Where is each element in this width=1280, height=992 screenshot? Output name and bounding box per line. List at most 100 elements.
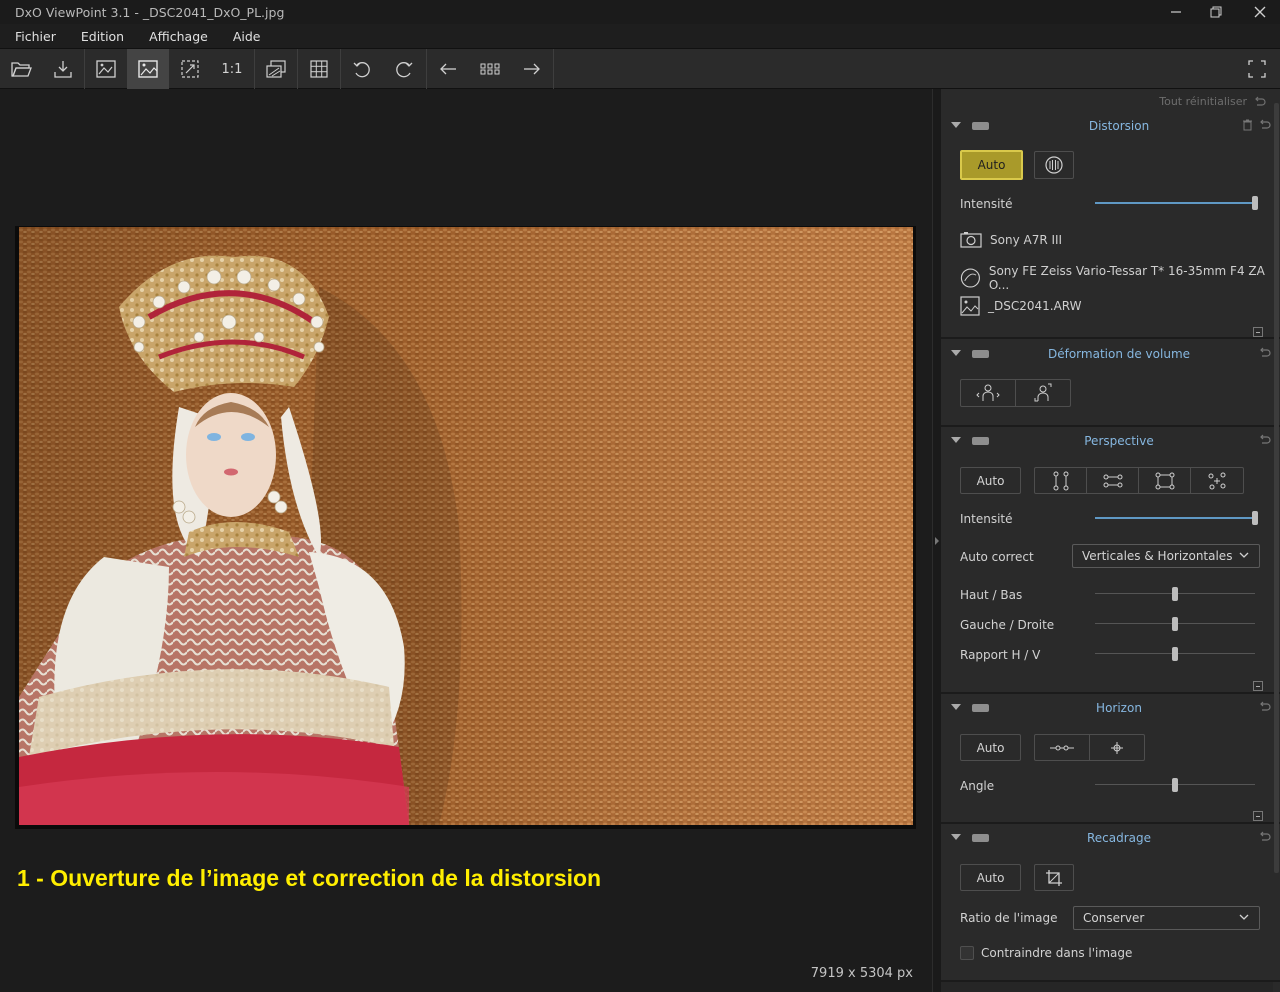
palette-recadrage: Recadrage Auto Ratio de l'image Conserve… [941, 825, 1273, 981]
distorsion-intensity-label: Intensité [960, 197, 1013, 211]
recadrage-auto-button[interactable]: Auto [960, 864, 1021, 891]
rectangle-points-icon [1155, 472, 1174, 489]
camera-icon [960, 232, 982, 248]
haut-bas-slider[interactable] [1095, 587, 1255, 601]
undo-icon[interactable] [1258, 434, 1271, 445]
constrain-checkbox[interactable] [960, 946, 974, 960]
minimize-icon [1171, 11, 1181, 13]
camera-model: Sony A7R III [990, 232, 1063, 247]
perspective-points-button[interactable] [1191, 468, 1243, 493]
open-button[interactable] [0, 49, 42, 89]
photo-doll[interactable] [19, 227, 913, 825]
perspective-rectangle-button[interactable] [1139, 468, 1191, 493]
arrow-left-icon [440, 63, 456, 75]
angle-slider[interactable] [1095, 778, 1255, 792]
rotate-right-icon [396, 62, 413, 78]
ratio-value: Conserver [1083, 911, 1145, 925]
collapse-details-button[interactable] [1253, 327, 1263, 337]
palette-header-perspective[interactable]: Perspective [941, 428, 1273, 455]
app-window: DxO ViewPoint 3.1 - _DSC2041_DxO_PL.jpg … [0, 0, 1280, 992]
collapse-details-button[interactable] [1253, 811, 1263, 821]
palette-distorsion: Distorsion Auto Intensité Sony A7R III S… [941, 113, 1273, 337]
collapse-details-button[interactable] [1253, 681, 1263, 691]
crop-icon [1046, 869, 1062, 886]
horizon-level-button[interactable] [1090, 735, 1145, 760]
rotate-left-button[interactable] [341, 49, 383, 89]
palette-perspective: Perspective Auto Intensité Auto correct … [941, 428, 1273, 691]
panel-splitter[interactable] [932, 89, 941, 992]
rotate-left-icon [353, 62, 370, 78]
crop-tool-button[interactable] [1034, 864, 1074, 891]
panel-scrollbar[interactable] [1274, 103, 1279, 873]
undo-icon[interactable] [1258, 347, 1271, 358]
reset-all-label: Tout réinitialiser [1159, 95, 1247, 108]
undo-icon [1255, 96, 1266, 106]
rotate-right-button[interactable] [383, 49, 425, 89]
palette-volume: Déformation de volume [941, 341, 1273, 423]
filmstrip-button[interactable] [469, 49, 511, 89]
palette-title: Perspective [1084, 434, 1154, 448]
autocorrect-value: Verticales & Horizontales [1082, 549, 1233, 563]
volume-diagonal-button[interactable] [1016, 380, 1071, 406]
distorsion-auto-button[interactable]: Auto [960, 150, 1023, 180]
horizon-line-button[interactable] [1035, 735, 1090, 760]
perspective-horizontal-button[interactable] [1087, 468, 1139, 493]
palette-header-horizon[interactable]: Horizon [941, 695, 1273, 722]
grid-button[interactable] [298, 49, 340, 89]
menu-aide[interactable]: Aide [218, 29, 271, 44]
menu-fichier[interactable]: Fichier [0, 29, 66, 44]
reset-all-button[interactable]: Tout réinitialiser [1159, 95, 1266, 108]
toolbar: 1:1 [0, 48, 1280, 89]
compare-button[interactable] [85, 49, 127, 89]
palette-title: Recadrage [1086, 831, 1152, 845]
fit-button[interactable] [169, 49, 211, 89]
perspective-intensity-slider[interactable] [1095, 511, 1258, 525]
image-viewer[interactable]: 1 - Ouverture de l’image et correction d… [0, 89, 932, 992]
single-view-button[interactable] [127, 49, 169, 89]
ratio-label: Ratio de l'image [960, 911, 1058, 925]
menu-affichage[interactable]: Affichage [134, 29, 218, 44]
undo-icon[interactable] [1258, 119, 1271, 130]
undo-icon[interactable] [1258, 701, 1271, 712]
perspective-mode-selector [1034, 467, 1244, 494]
lens-model: Sony FE Zeiss Vario-Tessar T* 16-35mm F4… [988, 264, 1265, 292]
close-button[interactable] [1240, 0, 1280, 24]
palette-horizon: Horizon Auto Angle [941, 695, 1273, 821]
volume-horizontal-button[interactable] [961, 380, 1016, 406]
ratio-select[interactable]: Conserver [1073, 906, 1260, 930]
rapport-slider[interactable] [1095, 647, 1255, 661]
horizon-auto-button[interactable]: Auto [960, 734, 1021, 761]
autocorrect-select[interactable]: Verticales & Horizontales [1072, 544, 1260, 568]
previous-image-button[interactable] [427, 49, 469, 89]
minimize-button[interactable] [1156, 0, 1196, 24]
image-dimensions: 7919 x 5304 px [810, 966, 913, 981]
menu-edition[interactable]: Edition [66, 29, 134, 44]
zoom-1to1-label: 1:1 [221, 61, 243, 77]
zoom-1to1-button[interactable]: 1:1 [211, 49, 253, 89]
perspective-auto-button[interactable]: Auto [960, 467, 1021, 494]
trash-icon[interactable] [1242, 119, 1253, 131]
gauche-droite-label: Gauche / Droite [960, 618, 1055, 632]
fullscreen-button[interactable] [1236, 49, 1278, 89]
volume-mode-selector [960, 379, 1071, 407]
restore-button[interactable] [1196, 0, 1236, 24]
export-button[interactable] [42, 49, 84, 89]
palette-header-recadrage[interactable]: Recadrage [941, 825, 1273, 852]
rapport-label: Rapport H / V [960, 648, 1041, 662]
close-icon [1254, 6, 1266, 18]
person-diagonal-icon [1034, 383, 1052, 402]
next-image-button[interactable] [511, 49, 553, 89]
palette-header-distorsion[interactable]: Distorsion [941, 113, 1273, 140]
horizontal-lines-icon [1103, 474, 1122, 487]
gauche-droite-slider[interactable] [1095, 617, 1255, 631]
undo-icon[interactable] [1258, 831, 1271, 842]
lens-icon [960, 268, 980, 288]
mask-button[interactable] [255, 49, 297, 89]
image-file-icon [960, 296, 980, 316]
distorsion-intensity-slider[interactable] [1095, 196, 1258, 210]
palette-header-volume[interactable]: Déformation de volume [941, 341, 1273, 368]
distortion-type-icon [1045, 156, 1063, 174]
perspective-vertical-button[interactable] [1035, 468, 1087, 493]
menu-bar: Fichier Edition Affichage Aide [0, 24, 1280, 48]
distorsion-manual-button[interactable] [1034, 151, 1074, 179]
